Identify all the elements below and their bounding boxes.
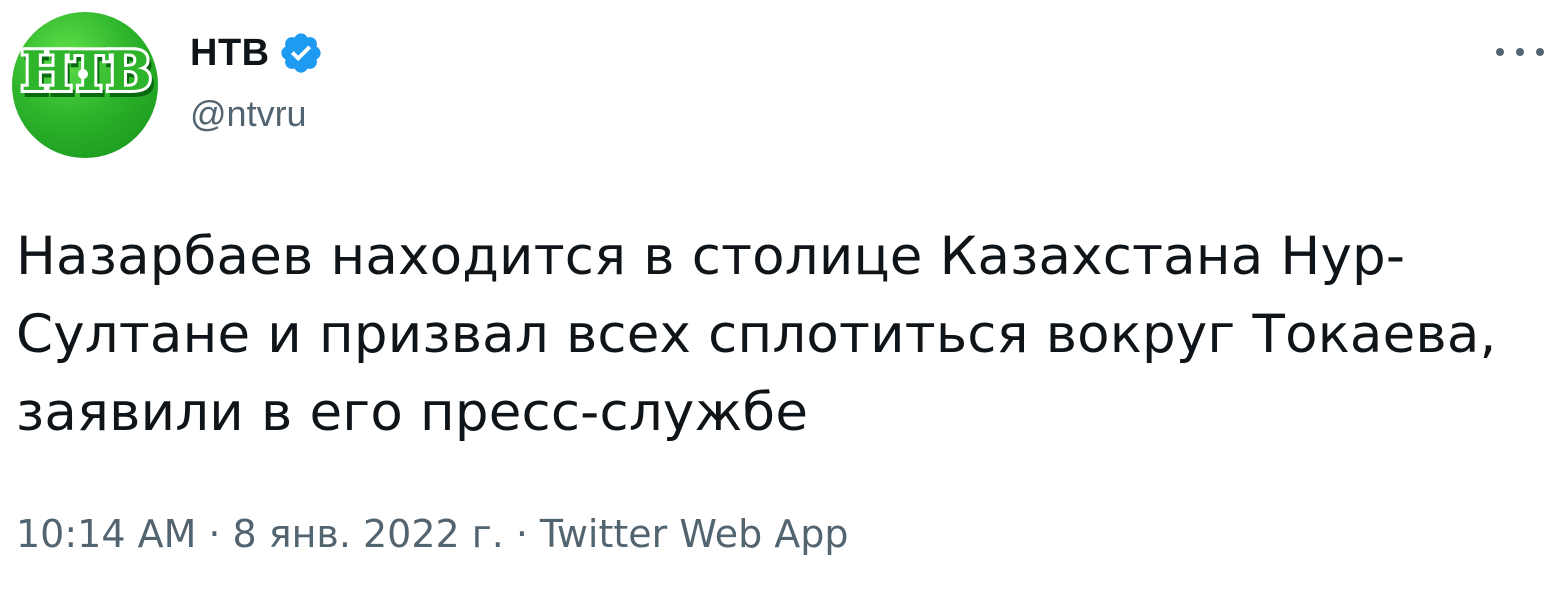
tweet-date[interactable]: 8 янв. 2022 г. — [232, 512, 503, 556]
author-row: НТВ — [190, 28, 324, 78]
display-name[interactable]: НТВ — [190, 32, 270, 75]
tweet-source[interactable]: Twitter Web App — [540, 512, 849, 556]
tweet-text: Назарбаев находится в столице Казахстана… — [16, 226, 1497, 443]
tweet-card: НТВ НТВ НТВ НТВ @ntvru Назарбаев находит… — [0, 0, 1558, 595]
separator: · — [208, 512, 221, 556]
user-handle[interactable]: @ntvru — [190, 93, 307, 135]
tweet-meta: 10:14 AM · 8 янв. 2022 г. · Twitter Web … — [16, 512, 849, 556]
ntv-logo-icon: НТВ НТВ НТВ — [18, 36, 157, 110]
verified-badge-icon — [278, 30, 324, 76]
separator: · — [515, 512, 528, 556]
more-options-icon[interactable] — [1496, 40, 1544, 64]
tweet-time[interactable]: 10:14 AM — [16, 512, 196, 556]
avatar[interactable]: НТВ НТВ НТВ — [12, 12, 158, 158]
